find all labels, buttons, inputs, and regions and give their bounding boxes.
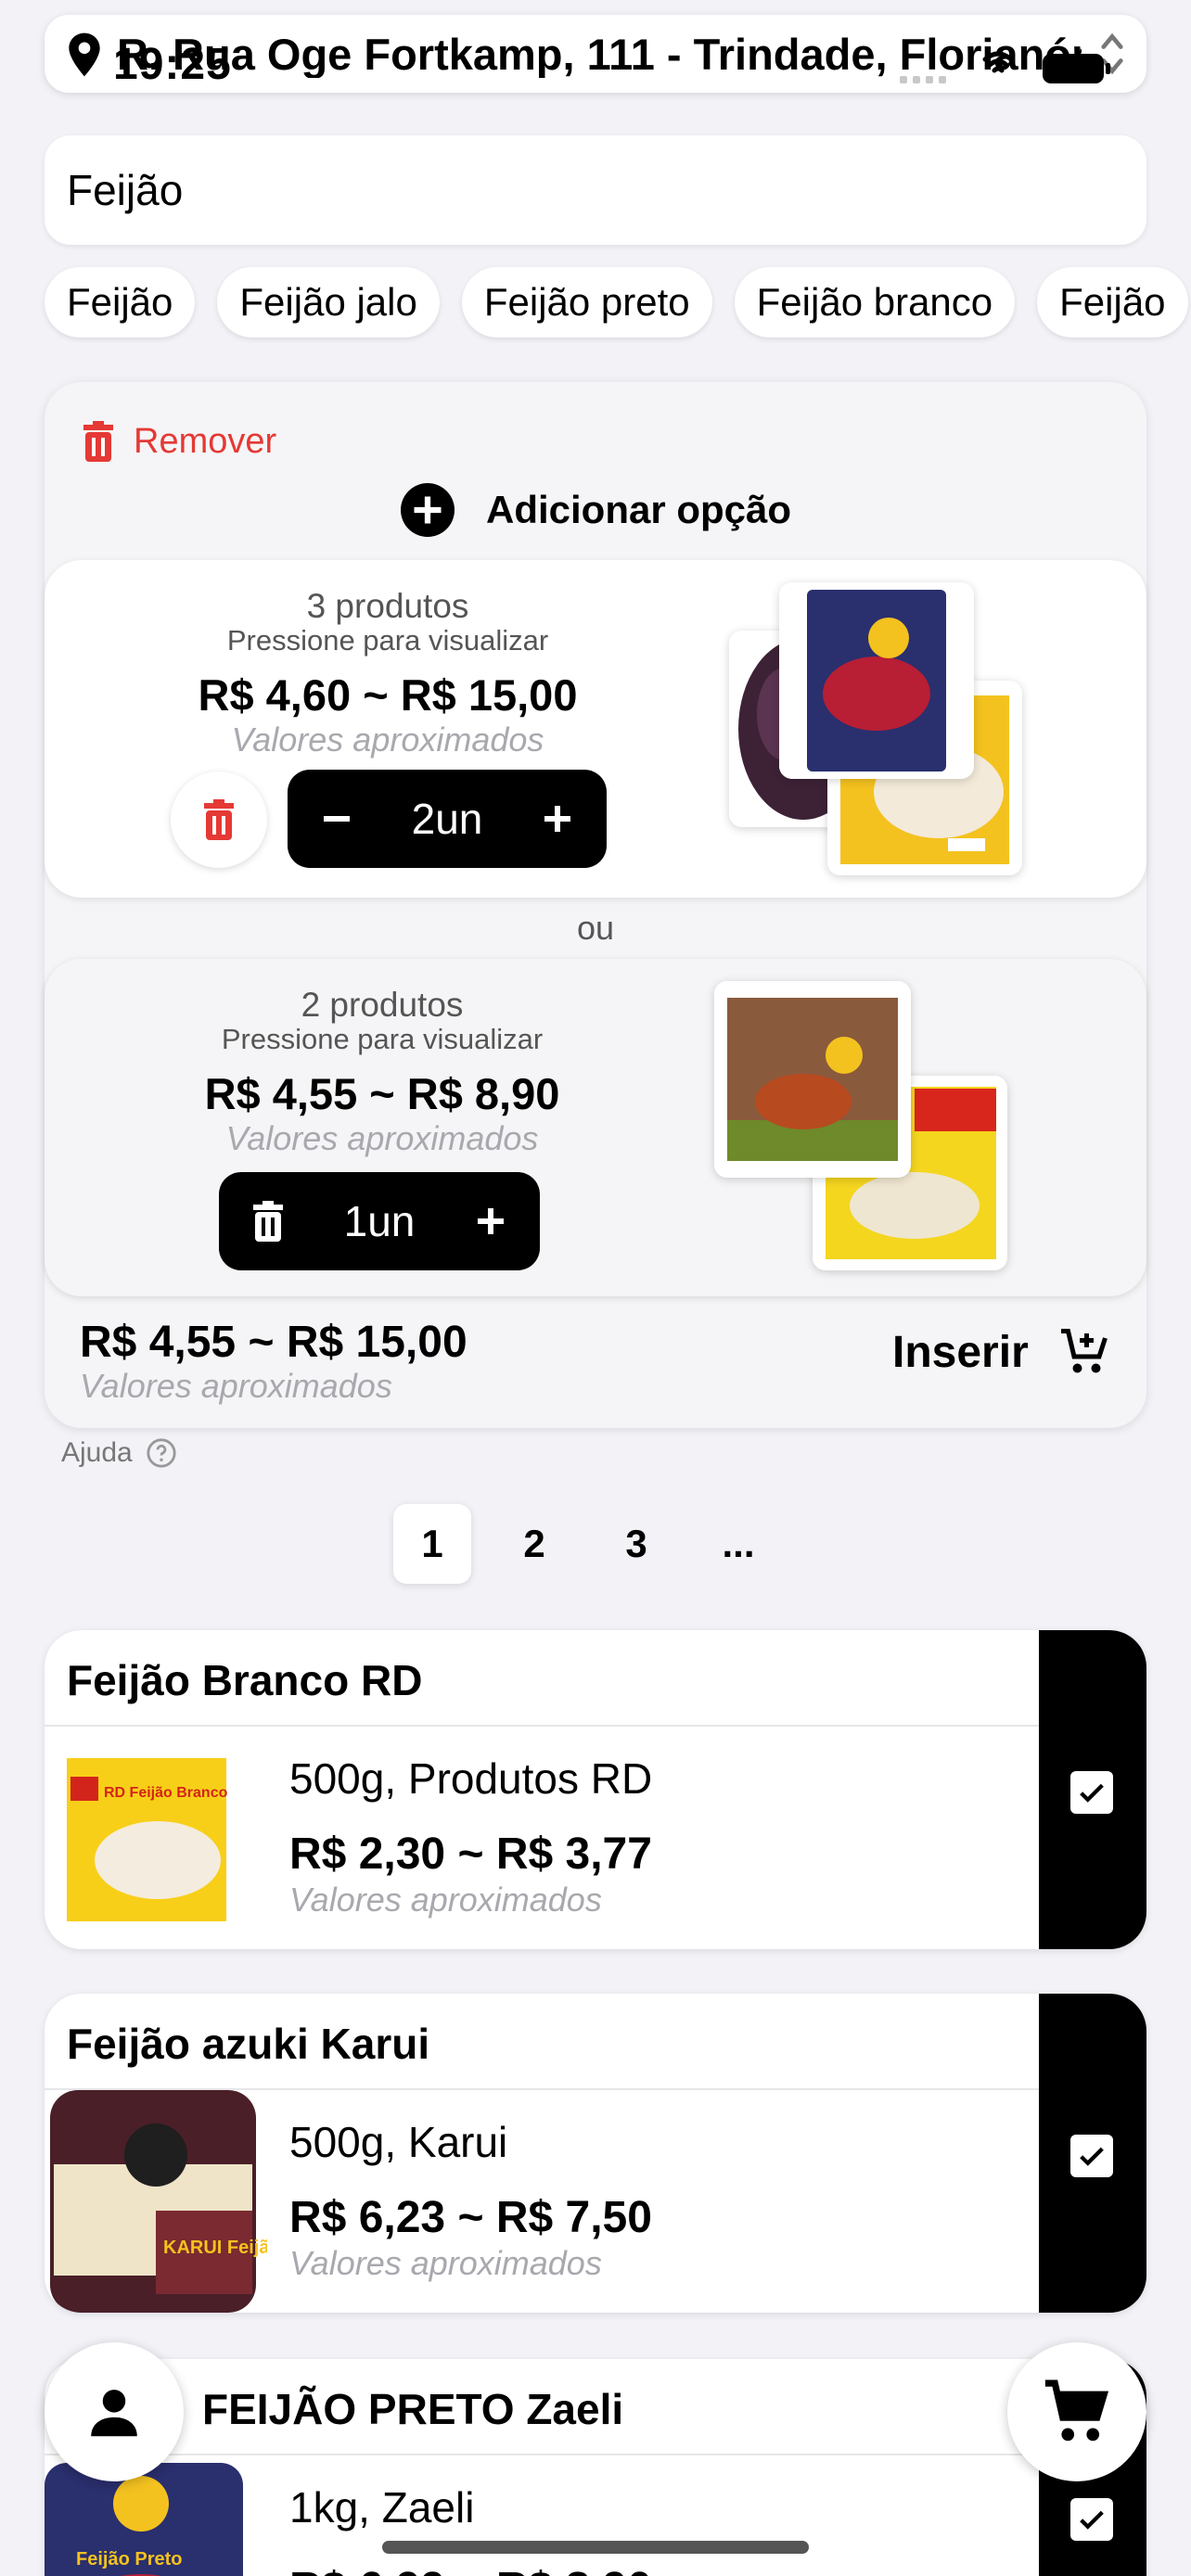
selected-checkbox[interactable]	[1070, 1771, 1113, 1814]
check-icon	[1080, 2147, 1104, 2166]
help-icon	[147, 1438, 176, 1468]
search-field[interactable]	[45, 135, 1146, 245]
suggestion-chip[interactable]: Feijão jalo	[217, 267, 440, 338]
package-label: Feijão Preto	[76, 2549, 182, 2570]
selected-checkbox[interactable]	[1070, 2498, 1113, 2541]
page-button[interactable]: ...	[699, 1504, 777, 1584]
suggestion-chip[interactable]: Feijão preto	[461, 267, 712, 338]
option-card[interactable]: 3 produtos Pressione para visualizar R$ …	[45, 560, 1146, 898]
product-image: Feijão Preto	[45, 2463, 267, 2576]
option-info: 3 produtos Pressione para visualizar R$ …	[128, 588, 647, 759]
help-link[interactable]: Ajuda	[61, 1437, 177, 1469]
quantity-value: 1un	[343, 1197, 416, 1245]
divider	[45, 2454, 1039, 2455]
minus-icon	[324, 816, 350, 822]
product-approx: Valores aproximados	[289, 2244, 602, 2282]
increment-button[interactable]	[442, 1172, 540, 1270]
product-image: RD Feijão Branco	[56, 1749, 241, 1934]
remove-label: Remover	[134, 421, 277, 461]
cart-add-icon	[1060, 1329, 1108, 1373]
trash-icon	[83, 421, 113, 462]
pagination: 1 2 3 ...	[393, 1504, 801, 1584]
suggestion-chip[interactable]: Feijão branco	[734, 267, 1016, 338]
product-title: FEIJÃO PRETO Zaeli	[202, 2385, 624, 2433]
product-thumbnail	[779, 582, 974, 779]
insert-label: Inserir	[892, 1327, 1029, 1377]
product-price: R$ 2,30 ~ R$ 3,77	[289, 1830, 652, 1879]
page-button[interactable]: 3	[597, 1504, 675, 1584]
quantity-stepper: 1un	[219, 1172, 540, 1270]
suggestion-chips: Feijão Feijão jalo Feijão preto Feijão b…	[45, 267, 1191, 338]
plus-icon	[544, 806, 570, 832]
profile-button[interactable]	[45, 2342, 184, 2481]
home-indicator	[382, 2541, 809, 2554]
search-input[interactable]	[45, 135, 1146, 245]
option-count: 2 produtos	[301, 986, 464, 1024]
quantity-stepper: 2un	[288, 770, 607, 868]
trash-icon	[253, 1201, 283, 1242]
total-approx: Valores aproximados	[80, 1367, 392, 1405]
product-thumbnail	[714, 981, 911, 1178]
product-approx: Valores aproximados	[289, 1881, 602, 1919]
trash-icon	[204, 799, 234, 840]
shopping-item-card: Remover Adicionar opção 3 produtos Press…	[45, 382, 1146, 1428]
delete-quantity-button[interactable]	[219, 1172, 317, 1270]
product-desc: 500g, Produtos RD	[289, 1754, 653, 1803]
option-price: R$ 4,60 ~ R$ 15,00	[198, 670, 578, 720]
remove-button[interactable]: Remover	[82, 414, 276, 469]
check-icon	[1080, 2510, 1104, 2530]
location-pin-icon	[69, 32, 100, 77]
increment-button[interactable]	[508, 770, 607, 868]
package-label: KARUI Feijão Azuki 500g	[163, 2238, 267, 2258]
check-icon	[1080, 1783, 1104, 1803]
option-hint: Pressione para visualizar	[226, 624, 549, 657]
plus-icon	[478, 1208, 504, 1234]
product-card[interactable]: Feijão azuki Karui KARUI Feijão Azuki 50…	[45, 1994, 1146, 2313]
decrement-button[interactable]	[288, 770, 386, 868]
person-icon	[91, 2390, 137, 2437]
suggestion-chip[interactable]: Feijão	[45, 267, 196, 338]
status-icons	[900, 51, 1110, 83]
option-card[interactable]: 2 produtos Pressione para visualizar R$ …	[45, 959, 1146, 1296]
option-info: 2 produtos Pressione para visualizar R$ …	[122, 987, 642, 1157]
page-button[interactable]: 2	[495, 1504, 573, 1584]
cart-button[interactable]	[1007, 2342, 1146, 2481]
quantity-value: 2un	[411, 795, 483, 843]
product-title: Feijão azuki Karui	[67, 2020, 430, 2068]
product-image: KARUI Feijão Azuki 500g	[45, 2090, 267, 2313]
option-price: R$ 4,55 ~ R$ 8,90	[204, 1069, 560, 1118]
option-approx: Valores aproximados	[231, 721, 544, 759]
option-separator: ou	[576, 909, 615, 947]
product-desc: 1kg, Zaeli	[289, 2483, 475, 2531]
divider	[45, 1725, 1039, 1727]
page-button[interactable]: 1	[393, 1504, 471, 1584]
product-card[interactable]: Feijão Branco RD RD Feijão Branco 500g, …	[45, 1630, 1146, 1949]
option-hint: Pressione para visualizar	[221, 1023, 544, 1055]
add-option-label: Adicionar opção	[486, 488, 792, 531]
suggestion-chip[interactable]: Feijão	[1037, 267, 1188, 338]
product-desc: 500g, Karui	[289, 2118, 508, 2166]
product-title: Feijão Branco RD	[67, 1656, 423, 1704]
plus-circle-icon	[401, 483, 455, 537]
insert-button[interactable]: Inserir	[892, 1315, 1112, 1389]
option-approx: Valores aproximados	[225, 1119, 539, 1157]
delete-option-button[interactable]	[171, 772, 267, 868]
option-count: 3 produtos	[306, 587, 469, 625]
add-option-button[interactable]: Adicionar opção	[401, 475, 791, 545]
total-price: R$ 4,55 ~ R$ 15,00	[80, 1318, 467, 1367]
product-price: R$ 6,99 ~ R$ 8,90	[289, 2561, 652, 2576]
product-price: R$ 6,23 ~ R$ 7,50	[289, 2193, 652, 2242]
selected-checkbox[interactable]	[1070, 2135, 1113, 2177]
cart-icon	[1044, 2379, 1109, 2442]
status-time: 19:25	[113, 40, 232, 89]
help-label: Ajuda	[61, 1437, 133, 1468]
package-label: RD Feijão Branco	[104, 1785, 228, 1801]
